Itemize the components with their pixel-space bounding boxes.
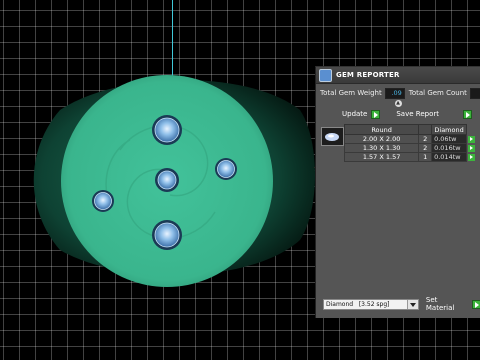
table-row[interactable]: 1.57 X 1.57 1 0.014tw (343, 152, 480, 162)
gem-setting-left[interactable] (92, 190, 114, 212)
gem-size: 1.30 X 1.30 (343, 143, 420, 153)
gem-count: 2 (418, 143, 433, 153)
gem-reporter-panel: GEM REPORTER Total Gem Weight .09 Total … (315, 66, 480, 318)
total-count-value: 5 (469, 87, 480, 99)
material-select[interactable]: Diamond [3.52 spg] (323, 298, 419, 310)
column-header-count (418, 124, 433, 135)
table-row[interactable]: 1.30 X 1.30 2 0.016tw (343, 143, 480, 153)
gem-setting-right[interactable] (215, 158, 237, 180)
play-arrow-icon[interactable] (468, 135, 476, 143)
save-report-button[interactable]: Save Report (396, 109, 472, 119)
gem-count: 2 (418, 134, 433, 144)
column-header-material: Diamond (431, 124, 468, 135)
material-select-value: Diamond [3.52 spg] (326, 300, 390, 308)
gem-count: 1 (418, 152, 433, 162)
action-buttons-row: Update Save Report (316, 108, 480, 120)
totals-row: Total Gem Weight .09 Total Gem Count 5 (316, 86, 480, 100)
gem-weight: 0.016tw (431, 143, 468, 153)
set-material-button[interactable]: Set Material (426, 296, 480, 312)
total-weight-label: Total Gem Weight (320, 89, 382, 97)
gem-setting-center[interactable] (155, 168, 179, 192)
play-arrow-icon[interactable] (472, 299, 480, 309)
gem-setting-top[interactable] (152, 115, 182, 145)
set-material-button-label: Set Material (425, 296, 455, 312)
round-diamond-thumbnail (321, 127, 344, 146)
gem-reporter-icon (319, 68, 332, 82)
gem-weight: 0.06tw (431, 134, 468, 144)
update-button[interactable]: Update (342, 109, 381, 119)
gem-size: 2.00 X 2.00 (343, 134, 420, 144)
material-bar: Diamond [3.52 spg] Set Material (316, 296, 480, 312)
chevron-down-icon[interactable] (406, 299, 418, 309)
gem-setting-bottom[interactable] (152, 220, 182, 250)
table-row[interactable]: 2.00 X 2.00 2 0.06tw (343, 134, 480, 144)
save-report-button-label: Save Report (396, 110, 439, 118)
update-button-label: Update (342, 110, 368, 118)
play-arrow-icon[interactable] (468, 144, 476, 152)
play-arrow-icon[interactable] (468, 153, 476, 161)
gem-weight: 0.014tw (431, 152, 468, 162)
gem-table: Round Diamond 2.00 X 2.00 2 0.06tw 1.30 (343, 124, 480, 162)
gem-table-area: Round Diamond 2.00 X 2.00 2 0.06tw 1.30 (316, 124, 480, 172)
3d-viewport[interactable]: GEM REPORTER Total Gem Weight .09 Total … (0, 0, 480, 360)
play-arrow-icon[interactable] (371, 109, 381, 119)
total-weight-value: .09 (384, 87, 405, 99)
column-header-shape: Round (343, 124, 420, 135)
play-arrow-icon[interactable] (462, 109, 472, 119)
gem-size: 1.57 X 1.57 (343, 152, 420, 162)
panel-title: GEM REPORTER (336, 71, 400, 79)
total-count-label: Total Gem Count (408, 89, 467, 97)
panel-title-bar[interactable]: GEM REPORTER (316, 67, 480, 84)
collapse-toggle-icon[interactable]: ▲ (394, 100, 402, 107)
